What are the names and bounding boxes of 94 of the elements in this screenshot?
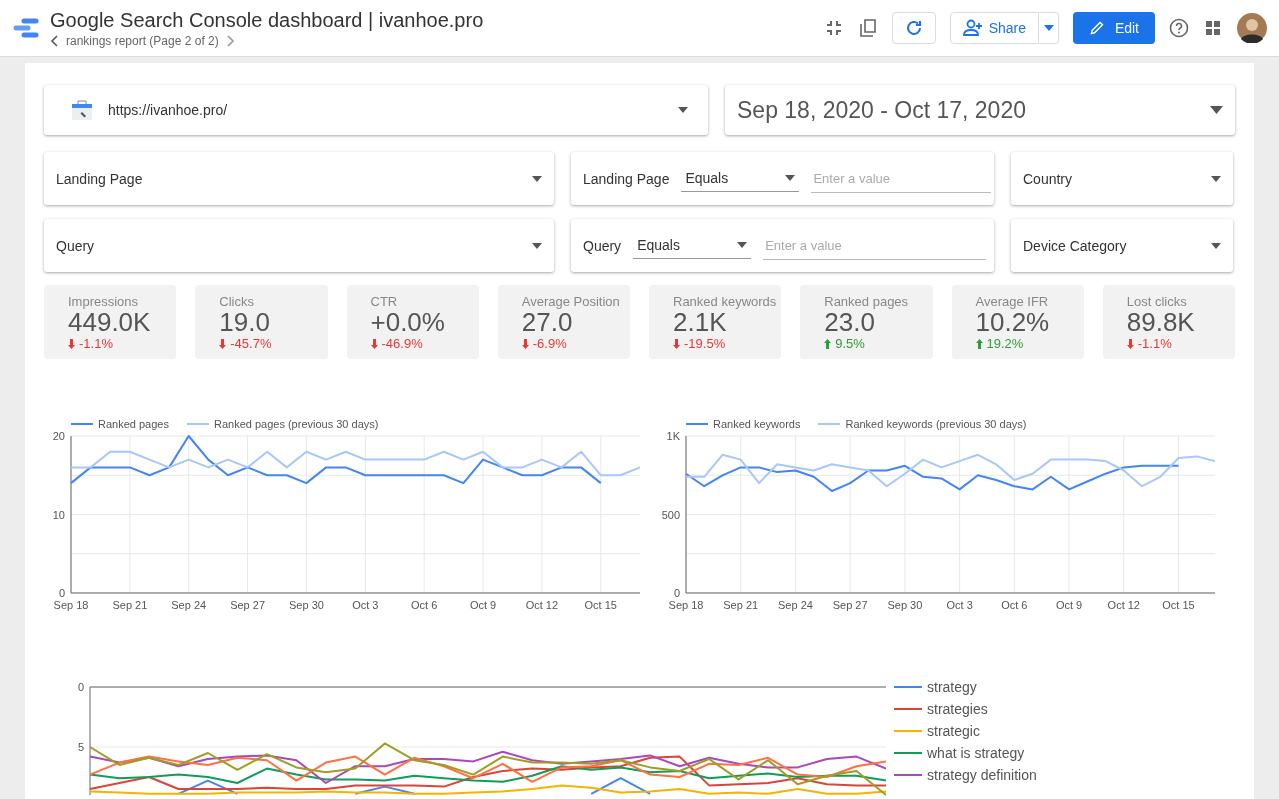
axis-label: 500 (661, 508, 680, 521)
legend-label: Ranked pages (98, 418, 169, 430)
refresh-button[interactable] (891, 12, 936, 44)
metric-change: -1.1% (1137, 336, 1172, 352)
caret-icon (678, 107, 688, 113)
axis-label: Oct 9 (1055, 599, 1083, 611)
filter-label: Query (583, 237, 622, 254)
legend-label: strategy definition (927, 767, 1037, 783)
dropdown[interactable]: Country (1011, 152, 1233, 205)
legend-label: strategic (927, 723, 980, 739)
metric-label: Clicks (219, 294, 255, 309)
legend-label: strategy (927, 679, 977, 695)
share-button[interactable]: Share (949, 12, 1039, 44)
axis-label: Sep 21 (723, 599, 759, 611)
axis-label: Oct 6 (411, 599, 438, 611)
toolbox-icon (70, 98, 94, 122)
data-source-selector[interactable]: https://ivanhoe.pro/ (44, 85, 708, 135)
metric-value: 19.0 (219, 309, 271, 337)
add-person-icon (962, 18, 983, 38)
axis-label: Sep 27 (230, 599, 265, 611)
legend-label: Ranked keywords (713, 418, 801, 430)
axis-label: 0 (673, 587, 680, 599)
metric-value: +0.0% (370, 309, 446, 337)
caret-icon (532, 175, 542, 182)
apps-grid-icon[interactable] (1203, 18, 1223, 38)
axis-label: Oct 6 (1001, 599, 1028, 611)
axis-label: Sep 24 (171, 599, 207, 611)
caret-icon (1211, 175, 1221, 182)
metric-value: 10.2% (975, 309, 1051, 337)
help-icon[interactable] (1169, 18, 1189, 38)
metric-change: -6.9% (532, 336, 567, 352)
metric-label: Average Position (521, 294, 621, 309)
caret-icon (737, 242, 748, 248)
dropdown[interactable]: Device Category (1011, 219, 1233, 272)
axis-label: 10 (52, 508, 65, 521)
axis-label: Sep 18 (668, 599, 704, 611)
axis-label: 20 (52, 432, 65, 442)
axis-label: Oct 12 (525, 599, 559, 611)
axis-label: Sep 27 (832, 599, 868, 611)
avatar-icon[interactable] (1237, 13, 1267, 43)
metric-value: 449.0K (68, 309, 152, 337)
caret-icon (1211, 242, 1221, 249)
metric-label: Lost clicks (1126, 294, 1188, 309)
page-name: rankings report (Page 2 of 2) (66, 33, 219, 48)
chevron-right-icon[interactable] (224, 34, 235, 47)
metric-change: -19.5% (684, 336, 726, 352)
metric-value: 2.1K (673, 309, 727, 337)
axis-label: Oct 3 (352, 599, 379, 611)
legend-label: Ranked pages (previous 30 days) (213, 418, 379, 430)
caret-icon (532, 242, 542, 249)
caret-icon (1210, 106, 1223, 114)
axis-label: Sep 18 (53, 599, 89, 611)
axis-label: Sep 30 (289, 599, 324, 611)
dropdown[interactable]: Landing Page (44, 152, 554, 205)
metric-label: Ranked pages (824, 294, 910, 309)
axis-label: 5 (77, 741, 84, 753)
metric-label: CTR (370, 294, 399, 309)
metric-value: 89.8K (1126, 309, 1196, 337)
share-menu-button[interactable] (1039, 12, 1059, 44)
metric-label: Impressions (68, 294, 140, 309)
axis-label: 0 (77, 681, 84, 693)
dropdown[interactable]: Query (44, 219, 554, 272)
axis-label: Oct 15 (1162, 599, 1195, 611)
filter-label: Landing Page (583, 170, 670, 187)
legend-label: what is strategy (927, 745, 1025, 761)
legend-label: Ranked keywords (previous 30 days) (845, 418, 1027, 430)
axis-label: Sep 21 (112, 599, 148, 611)
chevron-left-icon[interactable] (50, 34, 60, 47)
edit-button[interactable]: Edit (1073, 12, 1155, 44)
caret-icon (1043, 25, 1054, 31)
metric-change: -46.9% (381, 336, 423, 352)
copy-icon[interactable] (857, 18, 878, 38)
metric-change: 9.5% (835, 336, 865, 352)
metric-change: -1.1% (79, 336, 113, 352)
axis-label: Oct 3 (946, 599, 973, 611)
metric-change: 19.2% (986, 336, 1024, 352)
axis-label: Sep 24 (778, 599, 813, 611)
axis-label: Oct 9 (469, 599, 497, 611)
metric-label: Ranked keywords (673, 294, 778, 309)
axis-label: 0 (58, 587, 65, 599)
operator-select[interactable]: Equals (681, 165, 800, 192)
axis-label: 1K (666, 432, 680, 442)
caret-icon (785, 175, 796, 181)
axis-label: Oct 12 (1107, 599, 1140, 611)
axis-label: Sep 30 (887, 599, 923, 611)
axis-label: Oct 15 (584, 599, 617, 611)
metric-value: 27.0 (521, 309, 574, 337)
report-title: Google Search Console dashboard | ivanhoe.pro (50, 8, 485, 32)
metric-value: 23.0 (824, 309, 875, 337)
date-range-selector[interactable]: Sep 18, 2020 - Oct 17, 2020 (725, 85, 1235, 135)
legend-label: strategies (927, 701, 988, 717)
metric-change: -45.7% (230, 336, 272, 352)
operator-select[interactable]: Equals (633, 232, 752, 259)
metric-label: Average IFR (975, 294, 1050, 309)
